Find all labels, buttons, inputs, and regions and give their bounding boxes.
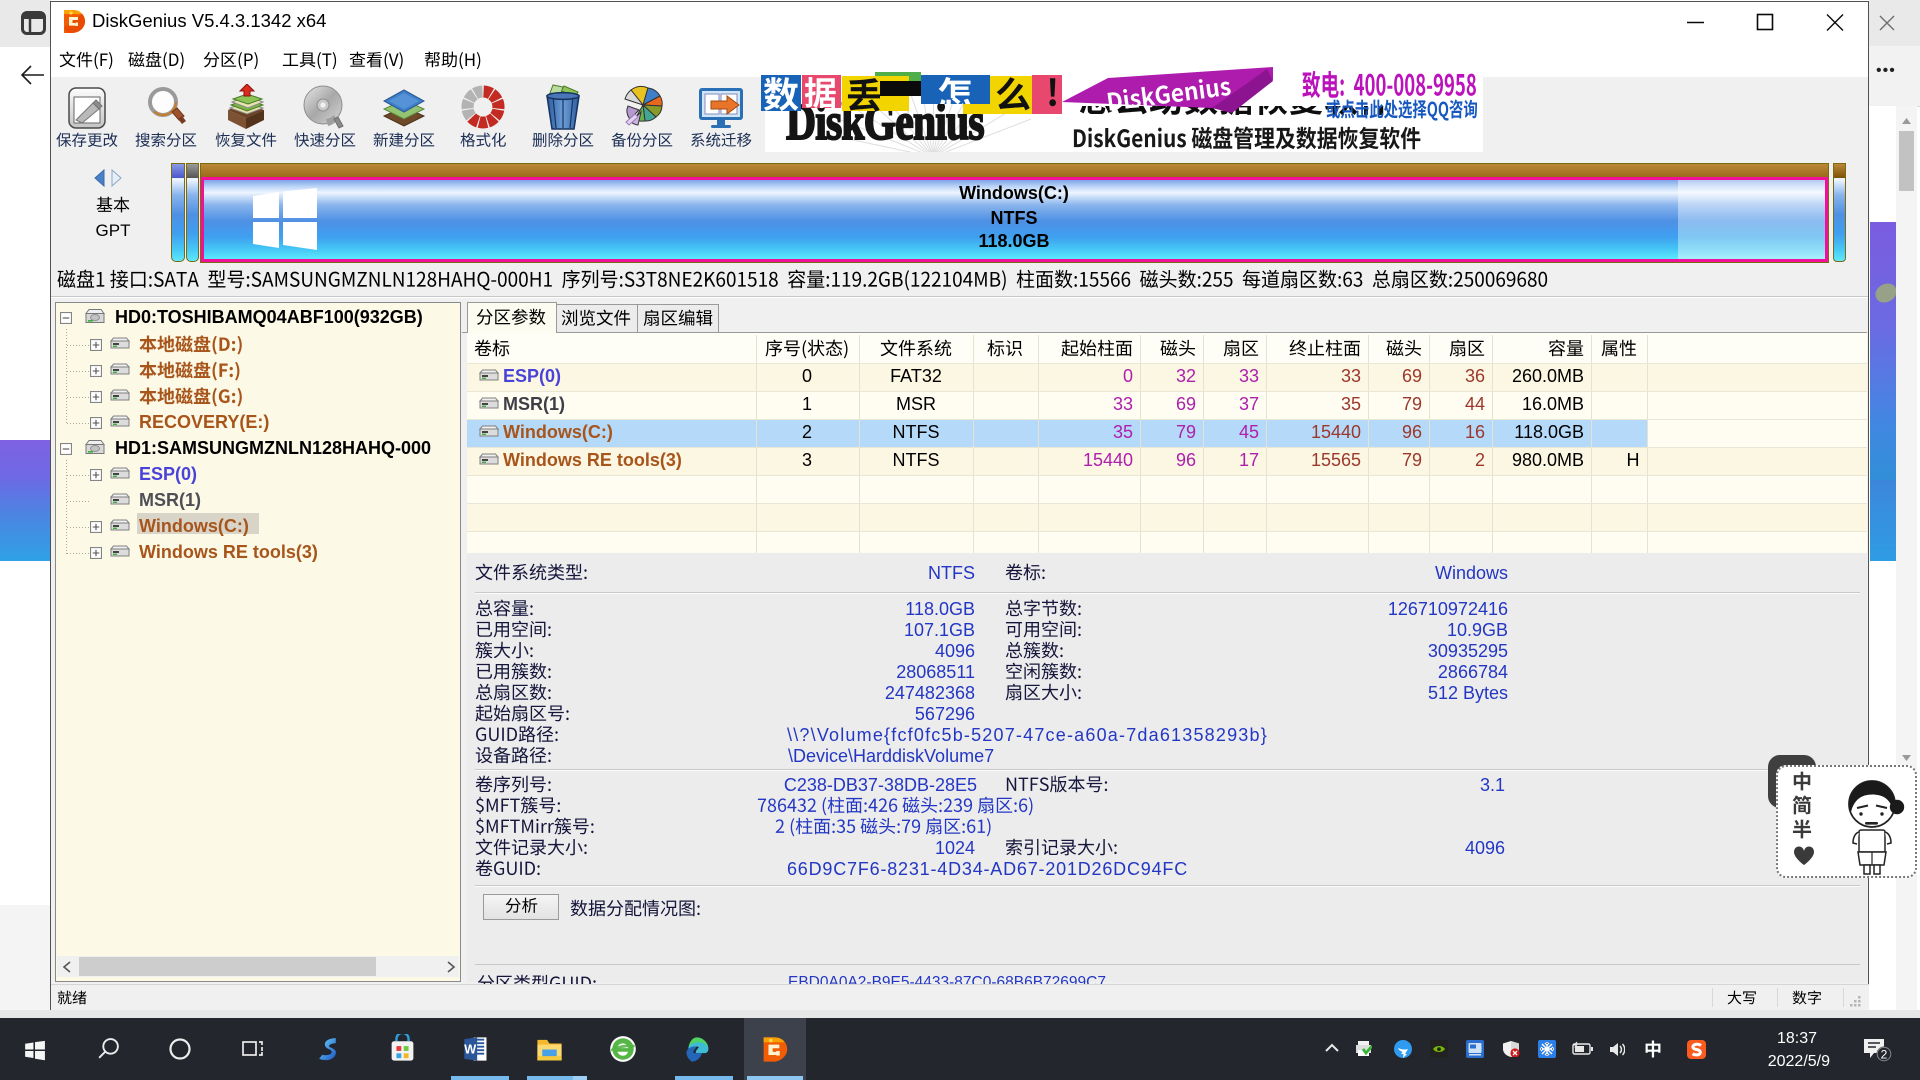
svg-text:2: 2 [1881,1048,1888,1062]
svg-text:W: W [464,1042,477,1057]
